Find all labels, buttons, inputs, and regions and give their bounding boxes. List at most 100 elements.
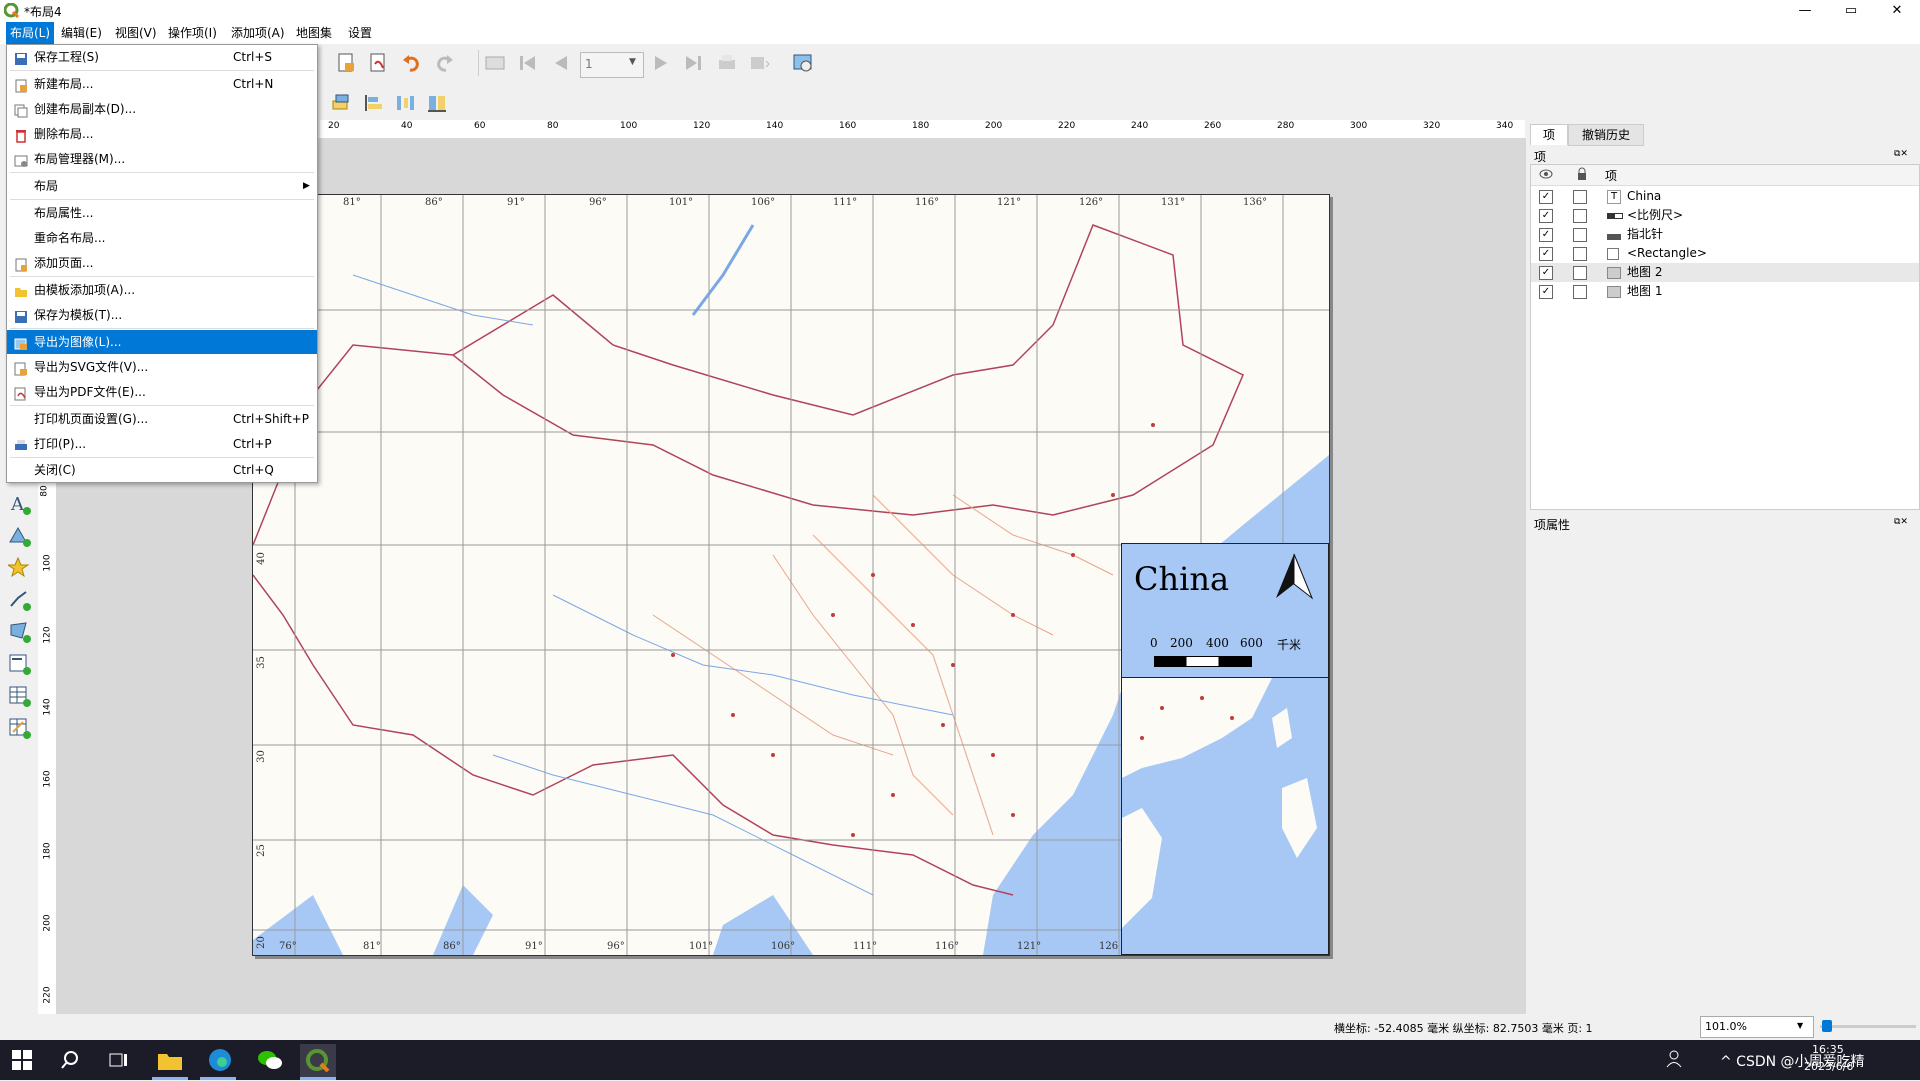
menu-item-print[interactable]: 打印(P)... Ctrl+P: [7, 432, 317, 456]
add-attribute-table-icon[interactable]: [8, 684, 32, 708]
legend-box[interactable]: China 0 200 400 600 千米: [1121, 543, 1329, 679]
left-latitude-label: 25: [255, 844, 267, 857]
menu-item-label: 创建布局副本(D)...: [34, 102, 137, 116]
add-label-icon[interactable]: A: [8, 492, 32, 516]
add-html-icon[interactable]: [8, 652, 32, 676]
menu-item-label: 打印机页面设置(G)...: [34, 412, 149, 426]
windows-start-icon[interactable]: [12, 1050, 32, 1070]
menu-item-export-image[interactable]: 导出为图像(L)...: [7, 330, 317, 354]
menu-separator: [10, 70, 314, 71]
menu-add-item[interactable]: 添加项(A): [227, 22, 289, 44]
add-shape-icon[interactable]: [8, 524, 32, 548]
wechat-icon[interactable]: [255, 1046, 285, 1074]
map-icon: [1607, 286, 1621, 298]
folder-icon: [14, 283, 28, 297]
ruler-tick-label: 140: [42, 698, 53, 716]
minimize-button[interactable]: —: [1782, 0, 1828, 22]
zoom-slider-handle[interactable]: [1822, 1020, 1832, 1032]
lock-checkbox[interactable]: [1573, 190, 1587, 204]
export-atlas-icon[interactable]: [748, 52, 770, 74]
resize-items-icon[interactable]: [426, 92, 448, 114]
layout-page[interactable]: 81° 86° 91° 96° 101° 106° 111° 116° 121°…: [252, 194, 1330, 956]
top-longitude-label: 106°: [751, 197, 776, 208]
add-marker-icon[interactable]: [6, 556, 32, 580]
menu-item-page-setup[interactable]: 打印机页面设置(G)... Ctrl+Shift+P: [7, 407, 317, 431]
scalebar-icon: [1607, 213, 1623, 219]
export-svg-icon[interactable]: [335, 52, 357, 74]
add-polygon-icon[interactable]: [8, 620, 32, 644]
atlas-settings-icon[interactable]: [792, 52, 814, 74]
visibility-checkbox[interactable]: ✓: [1539, 228, 1553, 242]
visibility-checkbox[interactable]: ✓: [1539, 285, 1553, 299]
layer-row-rectangle[interactable]: ✓ <Rectangle>: [1531, 244, 1919, 263]
file-explorer-icon[interactable]: [155, 1046, 185, 1074]
add-polyline-icon[interactable]: [8, 588, 32, 612]
menu-item-close[interactable]: 关闭(C) Ctrl+Q: [7, 458, 317, 482]
close-button[interactable]: ✕: [1874, 0, 1920, 22]
inset-map[interactable]: [1121, 677, 1329, 955]
menu-item-duplicate-layout[interactable]: 创建布局副本(D)...: [7, 97, 317, 121]
last-feature-icon[interactable]: [682, 52, 704, 74]
lock-checkbox[interactable]: [1573, 228, 1587, 242]
next-feature-icon[interactable]: [650, 52, 672, 74]
export-pdf-icon[interactable]: [367, 52, 389, 74]
layer-label: 地图 1: [1627, 284, 1663, 298]
atlas-preview-icon[interactable]: [484, 52, 506, 74]
menu-item-add-from-template[interactable]: 由模板添加项(A)...: [7, 278, 317, 302]
qgis-taskbar-icon[interactable]: [300, 1044, 336, 1078]
menu-item-export-pdf[interactable]: 导出为PDF文件(E)...: [7, 380, 317, 404]
search-icon[interactable]: [60, 1050, 80, 1070]
panel-float-close-icon[interactable]: ⧉✕: [1894, 149, 1916, 161]
lock-checkbox[interactable]: [1573, 285, 1587, 299]
lock-checkbox[interactable]: [1573, 209, 1587, 223]
print-atlas-icon[interactable]: [716, 52, 738, 74]
visibility-checkbox[interactable]: ✓: [1539, 247, 1553, 261]
ruler-tick-label: 20: [328, 121, 340, 131]
menu-item-layout-properties[interactable]: 布局属性...: [7, 201, 317, 225]
add-fixed-table-icon[interactable]: [8, 716, 32, 740]
edge-icon[interactable]: [205, 1046, 235, 1074]
menu-item-delete-layout[interactable]: 删除布局...: [7, 122, 317, 146]
previous-feature-icon[interactable]: [550, 52, 572, 74]
menu-settings[interactable]: 设置: [344, 22, 376, 44]
ruler-tick-label: 320: [1423, 121, 1441, 131]
menu-item-export-svg[interactable]: 导出为SVG文件(V)...: [7, 355, 317, 379]
menu-items[interactable]: 操作项(I): [164, 22, 221, 44]
layer-row-china[interactable]: ✓ T China: [1531, 187, 1919, 206]
zoom-combo[interactable]: 101.0% ▼: [1700, 1016, 1814, 1038]
menu-layout[interactable]: 布局(L): [6, 22, 55, 44]
menu-view[interactable]: 视图(V): [111, 22, 161, 44]
layer-row-map-1[interactable]: ✓ 地图 1: [1531, 282, 1919, 301]
menu-item-rename-layout[interactable]: 重命名布局...: [7, 226, 317, 250]
align-items-icon[interactable]: [362, 92, 384, 114]
undo-icon[interactable]: [401, 52, 423, 74]
menu-edit[interactable]: 编辑(E): [57, 22, 106, 44]
zoom-slider[interactable]: [1820, 1020, 1916, 1032]
page-select[interactable]: 1 ▼: [580, 52, 644, 78]
visibility-checkbox[interactable]: ✓: [1539, 190, 1553, 204]
tab-undo-history[interactable]: 撤销历史: [1568, 124, 1644, 146]
menu-atlas[interactable]: 地图集: [292, 22, 336, 44]
visibility-checkbox[interactable]: ✓: [1539, 209, 1553, 223]
layer-row-north-arrow[interactable]: ✓ 指北针: [1531, 225, 1919, 244]
tab-items[interactable]: 项: [1530, 124, 1568, 145]
redo-icon[interactable]: [433, 52, 455, 74]
layer-row-map-2[interactable]: ✓ 地图 2: [1531, 263, 1919, 282]
person-icon[interactable]: [1666, 1050, 1682, 1068]
menu-item-layout-manager[interactable]: 布局管理器(M)...: [7, 147, 317, 171]
raise-items-icon[interactable]: [330, 92, 352, 114]
visibility-checkbox[interactable]: ✓: [1539, 266, 1553, 280]
maximize-button[interactable]: ▭: [1828, 0, 1874, 22]
task-view-icon[interactable]: [108, 1050, 128, 1070]
menu-item-add-page[interactable]: 添加页面...: [7, 251, 317, 275]
lock-checkbox[interactable]: [1573, 247, 1587, 261]
lock-checkbox[interactable]: [1573, 266, 1587, 280]
menu-item-layout-submenu[interactable]: 布局 ▶: [7, 174, 317, 198]
menu-item-save-project[interactable]: 保存工程(S) Ctrl+S: [7, 45, 317, 69]
distribute-items-icon[interactable]: [394, 92, 416, 114]
menu-item-save-template[interactable]: 保存为模板(T)...: [7, 303, 317, 327]
layer-row-scalebar[interactable]: ✓ <比例尺>: [1531, 206, 1919, 225]
panel-float-close-icon[interactable]: ⧉✕: [1894, 517, 1916, 529]
first-feature-icon[interactable]: [517, 52, 539, 74]
menu-item-new-layout[interactable]: 新建布局... Ctrl+N: [7, 72, 317, 96]
